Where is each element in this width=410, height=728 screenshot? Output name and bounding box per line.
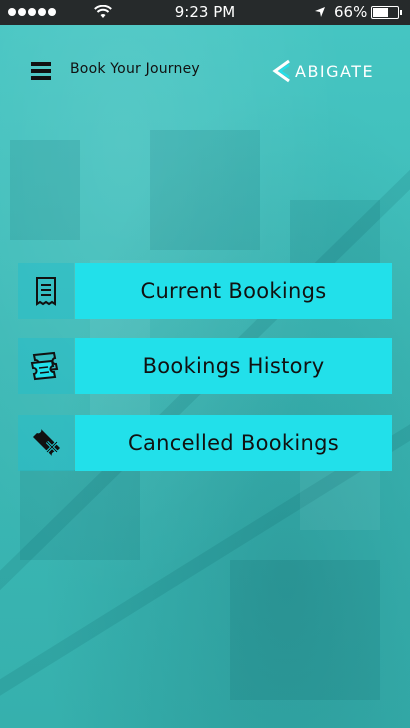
cancelled-bookings-button[interactable]: Cancelled Bookings: [75, 415, 392, 471]
menu-row-bookings-history: Bookings History: [18, 338, 392, 394]
page-title: Book Your Journey: [70, 61, 200, 77]
battery-percentage: 66%: [334, 3, 368, 21]
current-bookings-icon-box[interactable]: [18, 263, 74, 319]
receipt-icon: [36, 277, 56, 306]
tickets-icon: [30, 351, 59, 381]
bookings-history-button[interactable]: Bookings History: [75, 338, 392, 394]
cancelled-ticket-icon: [33, 429, 60, 456]
hamburger-menu-icon[interactable]: [31, 60, 53, 82]
bookings-history-icon-box[interactable]: [18, 338, 74, 394]
location-arrow-icon: [315, 7, 325, 17]
cabigate-logo: ABIGATE: [269, 58, 374, 84]
menu-row-current-bookings: Current Bookings: [18, 263, 392, 319]
logo-text: ABIGATE: [295, 61, 375, 81]
status-bar: 9:23 PM 66%: [0, 0, 410, 25]
battery-icon: [371, 6, 402, 19]
cancelled-bookings-icon-box[interactable]: [18, 415, 74, 471]
current-bookings-button[interactable]: Current Bookings: [75, 263, 392, 319]
logo-c-icon: [272, 59, 290, 83]
menu-row-cancelled-bookings: Cancelled Bookings: [18, 415, 392, 471]
